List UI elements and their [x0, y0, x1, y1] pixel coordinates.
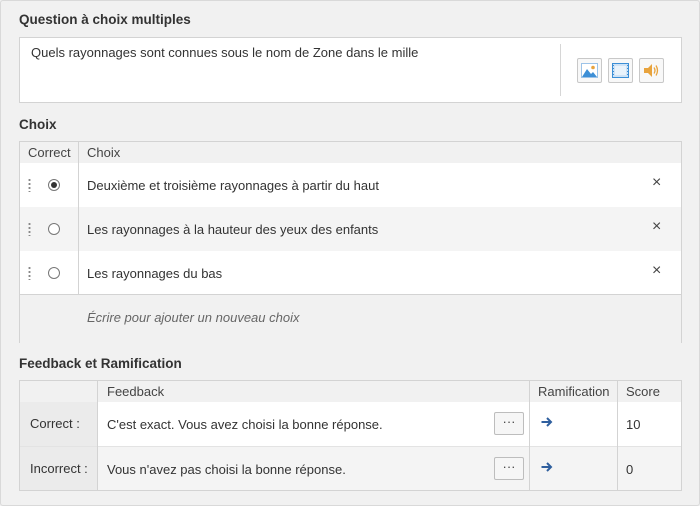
column-divider — [529, 381, 530, 490]
add-choice-placeholder[interactable]: Écrire pour ajouter un nouveau choix — [87, 310, 299, 325]
choices-table: Correct Choix Deuxième et troisième rayo… — [19, 141, 682, 343]
choice-row: Les rayonnages du bas × — [20, 251, 681, 295]
delete-choice-icon[interactable]: × — [652, 218, 661, 236]
branching-column-header: Ramification — [538, 384, 610, 399]
feedback-text[interactable]: Vous n'avez pas choisi la bonne réponse. — [107, 462, 346, 477]
choice-text[interactable]: Les rayonnages du bas — [87, 266, 222, 281]
column-divider — [78, 142, 79, 294]
feedback-section-title: Feedback et Ramification — [19, 356, 182, 371]
score-column-header: Score — [626, 384, 660, 399]
delete-choice-icon[interactable]: × — [652, 262, 661, 280]
feedback-row-label: Correct : — [20, 402, 97, 446]
insert-audio-button[interactable] — [639, 58, 664, 83]
score-value[interactable]: 0 — [626, 462, 633, 477]
choice-column-header: Choix — [87, 145, 121, 160]
drag-handle-icon[interactable] — [28, 178, 31, 192]
drag-handle-icon[interactable] — [28, 222, 31, 236]
choice-row: Les rayonnages à la hauteur des yeux des… — [20, 207, 681, 251]
add-choice-area[interactable]: Écrire pour ajouter un nouveau choix — [20, 294, 681, 343]
question-editor-panel: Question à choix multiples Quels rayonna… — [0, 0, 700, 506]
column-divider — [97, 381, 98, 490]
insert-image-button[interactable] — [577, 58, 602, 83]
feedback-row-label: Incorrect : — [20, 447, 97, 490]
choice-text[interactable]: Deuxième et troisième rayonnages à parti… — [87, 178, 379, 193]
question-text[interactable]: Quels rayonnages sont connues sous le no… — [31, 45, 418, 60]
correct-radio[interactable] — [48, 179, 60, 191]
choice-text[interactable]: Les rayonnages à la hauteur des yeux des… — [87, 222, 378, 237]
feedback-text[interactable]: C'est exact. Vous avez choisi la bonne r… — [107, 417, 383, 432]
question-section-title: Question à choix multiples — [19, 12, 191, 27]
branching-arrow-icon[interactable] — [540, 415, 554, 429]
question-divider — [560, 44, 561, 96]
delete-choice-icon[interactable]: × — [652, 174, 661, 192]
branching-arrow-icon[interactable] — [540, 460, 554, 474]
correct-radio[interactable] — [48, 267, 60, 279]
feedback-row-correct: Correct : C'est exact. Vous avez choisi … — [20, 402, 681, 446]
image-icon — [581, 63, 598, 78]
correct-radio[interactable] — [48, 223, 60, 235]
feedback-more-button[interactable]: ··· — [494, 457, 524, 480]
feedback-row-incorrect: Incorrect : Vous n'avez pas choisi la bo… — [20, 447, 681, 490]
correct-column-header: Correct — [28, 145, 71, 160]
choice-row: Deuxième et troisième rayonnages à parti… — [20, 163, 681, 207]
question-input[interactable]: Quels rayonnages sont connues sous le no… — [19, 37, 682, 103]
feedback-column-header: Feedback — [107, 384, 165, 399]
choices-section-title: Choix — [19, 117, 57, 132]
score-value[interactable]: 10 — [626, 417, 640, 432]
insert-video-button[interactable] — [608, 58, 633, 83]
video-icon — [612, 63, 629, 78]
feedback-more-button[interactable]: ··· — [494, 412, 524, 435]
audio-icon — [644, 64, 659, 77]
choices-header: Correct Choix — [20, 142, 681, 164]
column-divider — [617, 381, 618, 490]
drag-handle-icon[interactable] — [28, 266, 31, 280]
feedback-header: Feedback Ramification Score — [20, 381, 681, 403]
feedback-table: Feedback Ramification Score Correct : C'… — [19, 380, 682, 491]
